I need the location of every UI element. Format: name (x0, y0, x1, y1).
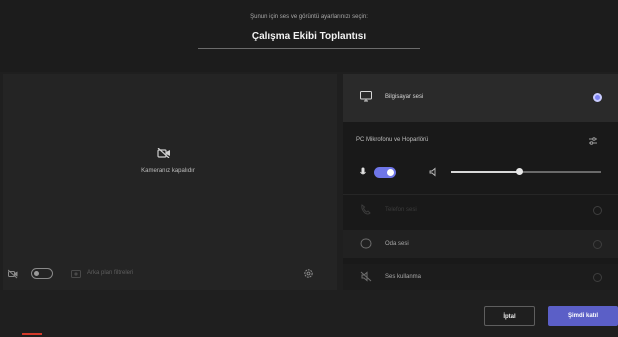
camera-toggle-icon (8, 269, 18, 279)
footer-bar: İptal Şimdi katıl (0, 292, 618, 337)
computer-audio-option[interactable]: Bilgisayar sesi (343, 74, 618, 122)
no-audio-radio[interactable] (593, 273, 602, 282)
room-audio-radio[interactable] (593, 240, 602, 249)
meeting-title: Çalışma Ekibi Toplantısı (251, 31, 367, 42)
volume-fill (451, 171, 519, 173)
join-now-button[interactable]: Şimdi katıl (548, 306, 618, 326)
camera-off-label: Kameranız kapalıdır (141, 168, 195, 174)
phone-audio-label: Telefon sesi (385, 207, 417, 213)
preview-controls: Arka plan filtreleri (3, 260, 337, 288)
toggle-knob (387, 169, 394, 176)
phone-audio-radio[interactable] (593, 206, 602, 215)
no-audio-icon (360, 271, 372, 282)
cancel-button[interactable]: İptal (484, 306, 535, 326)
audio-options-panel: Bilgisayar sesi PC Mikrofonu ve Hoparlör… (343, 74, 618, 290)
mic-speaker-heading: PC Mikrofonu ve Hoparlörü (356, 137, 429, 143)
divider (343, 194, 618, 195)
prejoin-subtitle: Şunun için ses ve görüntü ayarlarınızı s… (250, 14, 368, 20)
camera-toggle[interactable] (31, 268, 53, 279)
volume-thumb[interactable] (515, 168, 523, 175)
meeting-header: Şunun için ses ve görüntü ayarlarınızı s… (0, 0, 618, 72)
camera-off-icon (157, 148, 170, 158)
computer-audio-label: Bilgisayar sesi (385, 94, 424, 100)
background-filters-button[interactable]: Arka plan filtreleri (87, 270, 133, 276)
room-audio-icon (360, 238, 372, 249)
computer-audio-radio[interactable] (593, 93, 602, 102)
settings-icon[interactable] (303, 268, 314, 279)
computer-audio-icon (360, 91, 372, 102)
room-audio-label: Oda sesi (385, 241, 409, 247)
speaker-volume-slider[interactable] (451, 168, 601, 175)
toggle-knob (34, 271, 39, 276)
no-audio-option[interactable]: Ses kullanma (343, 264, 618, 290)
title-divider (198, 48, 420, 49)
background-filters-icon (71, 270, 81, 278)
microphone-toggle[interactable] (374, 167, 396, 178)
phone-icon (361, 204, 371, 215)
devices-settings-icon[interactable] (588, 136, 598, 146)
room-audio-option[interactable]: Oda sesi (343, 230, 618, 258)
speaker-icon (429, 167, 436, 177)
video-preview: Kameranız kapalıdır Arka plan filtreleri (3, 74, 337, 290)
microphone-icon (360, 167, 366, 175)
taskbar-indicator (22, 333, 42, 335)
no-audio-label: Ses kullanma (385, 274, 422, 280)
